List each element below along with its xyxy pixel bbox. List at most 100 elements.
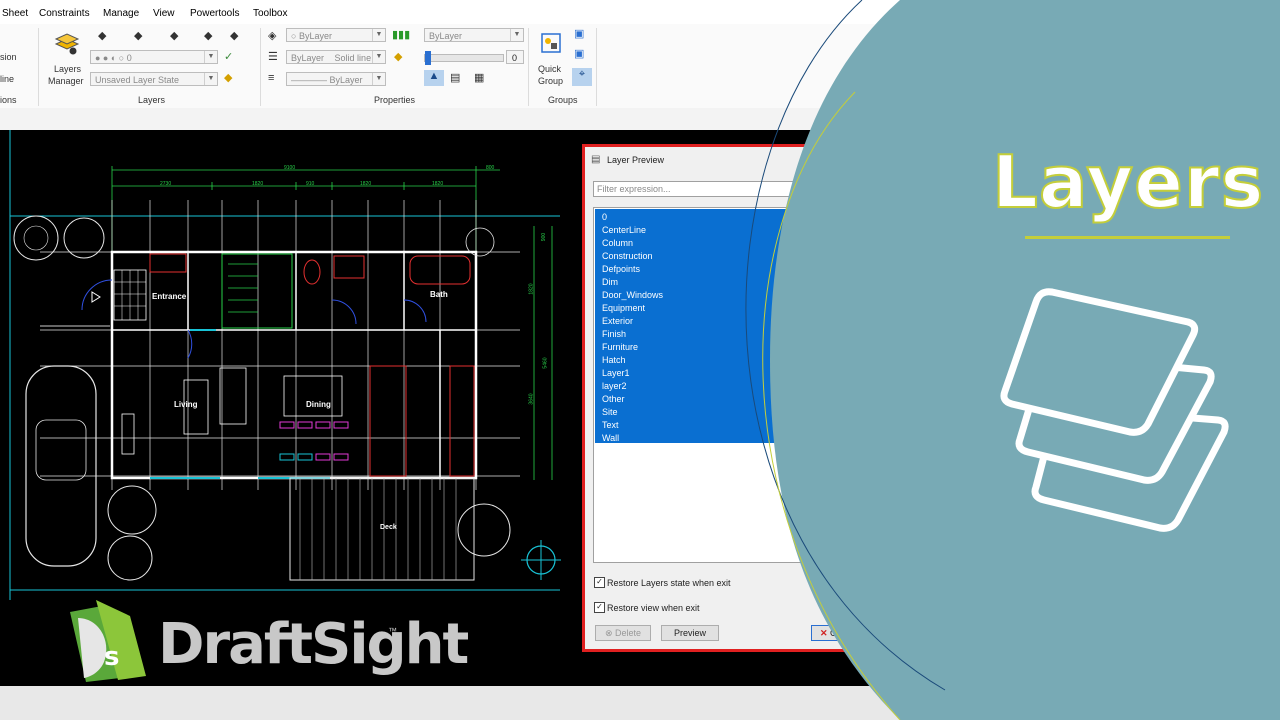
groups-group-label: Groups [548,95,578,105]
chevron-down-icon: ▼ [204,51,217,63]
layers-manager-icon [54,33,80,55]
layer-item[interactable]: 0 [602,212,607,222]
layer-item[interactable]: Site [602,407,618,417]
layer-status-icons: ● ● ◐ ○ [95,53,127,63]
room-label-deck: Deck [380,524,397,531]
layer-preview-dialog: ▤ Layer Preview Filter expression... 0 C… [582,144,867,652]
delete-button[interactable]: ⊗ Delete [595,625,651,641]
quick-group-label-2: Group [538,76,564,86]
layer-isolate-icon[interactable]: ◆ [170,30,178,42]
drawing-tabs-strip [0,108,1280,130]
layer-item[interactable]: Hatch [602,355,626,365]
chevron-down-icon: ▼ [510,29,523,41]
group-manager-icon[interactable]: ▣ [574,28,584,40]
dim-text: 1820 [528,283,535,295]
layer-state-combo[interactable]: Unsaved Layer State ▼ [90,72,218,86]
color-bucket-icon[interactable]: ◈ [268,30,276,42]
lineweight-icon[interactable]: ≡ [268,72,274,84]
layer-item[interactable]: Text [602,420,619,430]
restore-layers-checkbox[interactable]: ✓ [594,577,605,588]
layer-item[interactable]: Column [602,238,633,248]
list-properties-icon[interactable]: ▤ [450,72,460,84]
ungroup-icon[interactable]: ▣ [574,48,584,60]
ribbon-separator [38,28,39,106]
draftsight-logo-text: DraftSight [158,612,469,677]
layer-item[interactable]: Furniture [602,342,638,352]
dim-text: 800 [486,165,495,171]
ribbon-left-label-1[interactable]: sion [0,52,17,62]
filter-expression-input[interactable]: Filter expression... [593,181,853,197]
layer-freeze-icon[interactable]: ◆ [204,30,212,42]
menu-constraints[interactable]: Constraints [39,8,90,19]
print-style-icon[interactable]: ▮▮▮ [392,29,410,41]
chevron-down-icon: ▼ [372,29,385,41]
lineweight-line-icon: ———— [291,75,330,85]
quick-group-label-1: Quick [538,64,562,74]
layer-item[interactable]: Exterior [602,316,633,326]
restore-layers-label: Restore Layers state when exit [607,578,731,588]
room-label-living: Living [174,400,198,409]
quick-group-button[interactable]: Quick Group [536,32,566,88]
layer-item[interactable]: Other [602,394,625,404]
ribbon-separator [528,28,529,106]
chevron-down-icon: ▼ [372,51,385,63]
menu-manage[interactable]: Manage [103,8,139,19]
menu-bar: Sheet Constraints Manage View Powertools… [0,0,1280,24]
ribbon-left-label-2[interactable]: line [0,74,14,84]
layer-match-icon[interactable]: ✓ [224,51,233,63]
layer-on-icon[interactable]: ◆ [98,30,106,42]
show-properties-icon[interactable]: ▲ [424,70,444,86]
chevron-down-icon: ▼ [372,73,385,85]
match-properties-icon[interactable]: ◆ [394,51,402,63]
layer-item[interactable]: Finish [602,329,626,339]
menu-powertools[interactable]: Powertools [190,8,239,19]
linestyle-icon[interactable]: ☰ [268,51,278,63]
chevron-down-icon: ▼ [204,73,217,85]
layer-combo[interactable]: ● ● ◐ ○ 0 ▼ [90,50,218,64]
layers-manager-button[interactable]: Layers Manager [46,30,88,90]
ribbon: sion line ions Layers Manager ◆ ◆ ◆ ◆ ◆ … [0,24,900,109]
dim-text: 1820 [252,181,264,187]
close-button[interactable]: ✕ Clos [811,625,867,641]
room-label-bath: Bath [430,290,448,299]
dim-text: 5460 [542,357,549,369]
menu-toolbox[interactable]: Toolbox [253,8,287,19]
layer-item[interactable]: Defpoints [602,264,640,274]
ribbon-separator [596,28,597,106]
layer-item[interactable]: Door_Windows [602,290,663,300]
layer-item[interactable]: Dim [602,277,618,287]
ribbon-separator [260,28,261,106]
property-sheet-icon[interactable]: ▦ [474,72,484,84]
properties-group-label: Properties [374,95,416,105]
slider-handle[interactable] [425,51,431,65]
layer-item[interactable]: Layer1 [602,368,630,378]
restore-view-checkbox[interactable]: ✓ [594,602,605,613]
room-label-dining: Dining [306,400,331,409]
dim-text: 1820 [432,181,444,187]
scroll-up-icon[interactable]: ↑ [880,680,884,689]
transparency-value-field[interactable]: 0 [506,50,524,64]
transparency-combo[interactable]: ByLayer ▼ [424,28,524,42]
color-combo[interactable]: ○ ByLayer ▼ [286,28,386,42]
menu-sheet[interactable]: Sheet [2,8,28,19]
layer-item[interactable]: Wall [602,433,619,443]
layer-state-value: Unsaved Layer State [95,75,180,85]
layer-item[interactable]: CenterLine [602,225,646,235]
layer-lock-icon[interactable]: ◆ [230,30,238,42]
layer-previous-icon[interactable]: ◆ [224,72,232,84]
layer-off-icon[interactable]: ◆ [134,30,142,42]
banner-title: Layers [991,139,1265,225]
layer-item[interactable]: layer2 [602,381,627,391]
transparency-slider[interactable] [424,51,504,65]
transparency-combo-value: ByLayer [429,31,463,41]
preview-button[interactable]: Preview [661,625,719,641]
linestyle-combo[interactable]: ByLayer Solid line ▼ [286,50,386,64]
restore-view-label: Restore view when exit [607,603,700,613]
lineweight-combo[interactable]: ———— ByLayer ▼ [286,72,386,86]
layer-item[interactable]: Equipment [602,303,645,313]
room-label-entrance: Entrance [152,292,187,301]
layer-item[interactable]: Construction [602,251,653,261]
menu-view[interactable]: View [153,8,175,19]
layer-list[interactable]: 0 CenterLine Column Construction Defpoin… [593,207,857,563]
group-select-icon[interactable]: ⌖ [572,68,592,86]
